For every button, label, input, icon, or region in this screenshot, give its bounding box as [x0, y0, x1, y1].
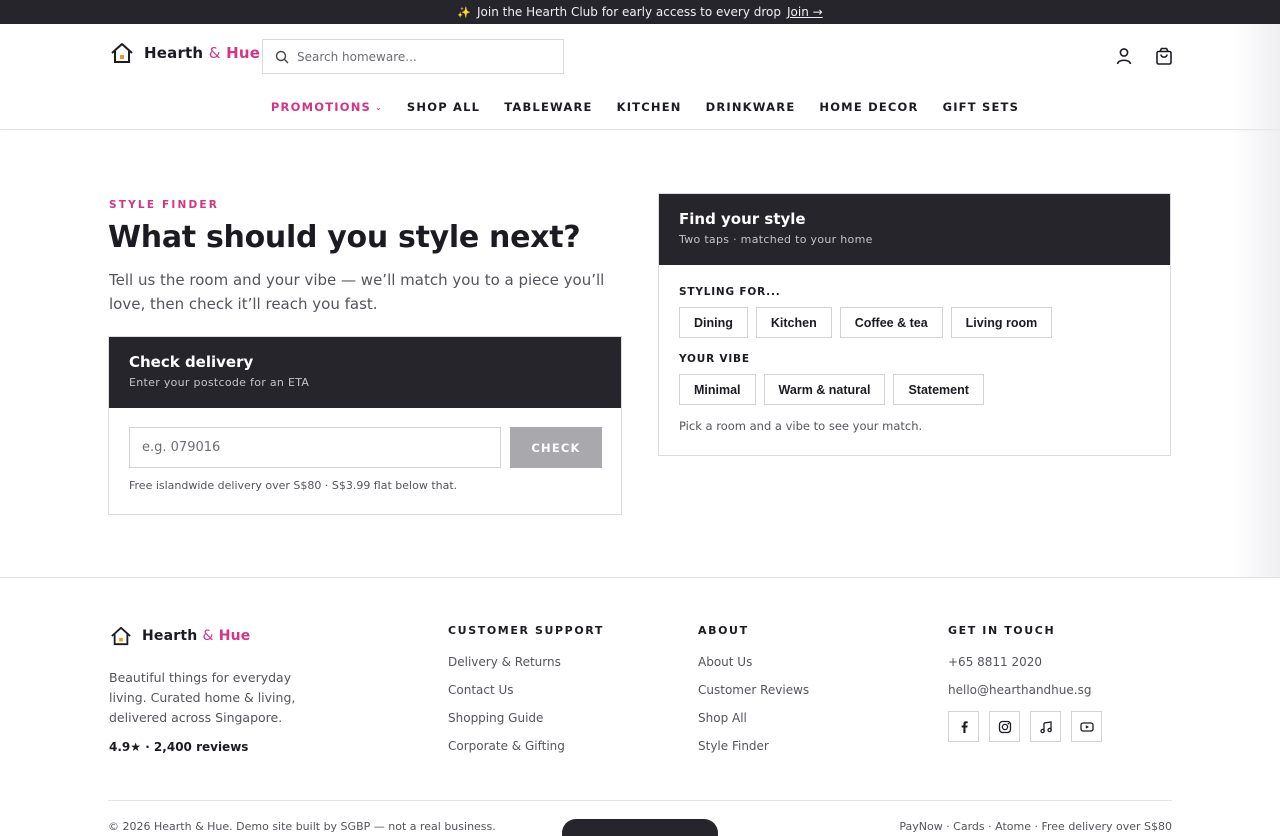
about-heading: ABOUT: [698, 624, 749, 637]
finder-card-header: Find your style Two taps · matched to yo…: [659, 194, 1170, 265]
nav-drinkware[interactable]: DRINKWARE: [706, 100, 796, 114]
delivery-card-header: Check delivery Enter your postcode for a…: [109, 337, 621, 408]
search-icon: [275, 50, 289, 63]
brand-name: Hearth & Hue: [144, 44, 261, 62]
main-nav: PROMOTIONS ⌄ SHOP ALL TABLEWARE KITCHEN D…: [0, 100, 1280, 114]
link-contact-us[interactable]: Contact Us: [448, 683, 604, 698]
facebook-icon[interactable]: [948, 711, 979, 742]
house-icon: [111, 626, 131, 646]
chip-coffee-tea[interactable]: Coffee & tea: [839, 307, 943, 338]
cart-icon[interactable]: [1154, 46, 1174, 66]
style-finder-card: Find your style Two taps · matched to yo…: [658, 193, 1171, 456]
nav-kitchen[interactable]: KITCHEN: [617, 100, 682, 114]
footer-logo[interactable]: Hearth & Hue: [110, 626, 251, 646]
floating-dock[interactable]: [562, 819, 718, 836]
link-corporate-gifting[interactable]: Corporate & Gifting: [448, 739, 604, 754]
hero-eyebrow: STYLE FINDER: [109, 199, 220, 211]
footer-support-column: CUSTOMER SUPPORT Delivery & Returns Cont…: [448, 624, 604, 767]
footer-about-column: ABOUT About Us Customer Reviews Shop All…: [698, 624, 809, 767]
footer-rating: 4.9★ · 2,400 reviews: [109, 740, 249, 754]
hero-lede: Tell us the room and your vibe — we’ll m…: [109, 271, 605, 313]
finder-card-subtitle: Two taps · matched to your home: [679, 233, 873, 246]
sparkle-icon: ✨: [457, 5, 471, 19]
footer-contact-column: GET IN TOUCH +65 8811 2020 hello@heartha…: [948, 624, 1102, 742]
chip-statement[interactable]: Statement: [893, 374, 984, 405]
link-shop-all[interactable]: Shop All: [698, 711, 809, 726]
chip-living-room[interactable]: Living room: [950, 307, 1053, 338]
social-links: [948, 711, 1102, 742]
join-link[interactable]: Join →: [787, 5, 823, 19]
footer-brand-name: Hearth & Hue: [142, 628, 251, 644]
finder-card-title: Find your style: [679, 210, 806, 228]
room-chips: Dining Kitchen Coffee & tea Living room: [679, 307, 1053, 338]
chip-kitchen[interactable]: Kitchen: [755, 307, 832, 338]
styling-for-label: STYLING FOR...: [679, 286, 781, 298]
link-customer-reviews[interactable]: Customer Reviews: [698, 683, 809, 698]
link-style-finder[interactable]: Style Finder: [698, 739, 809, 754]
site-footer: Hearth & Hue Beautiful things for everyd…: [0, 577, 1280, 836]
payment-info: PayNow · Cards · Atome · Free delivery o…: [899, 820, 1172, 833]
postcode-input[interactable]: [129, 427, 501, 468]
check-delivery-card: Check delivery Enter your postcode for a…: [108, 336, 622, 515]
delivery-note: Free islandwide delivery over S$80 · S$3…: [129, 479, 458, 492]
email-link[interactable]: hello@hearthandhue.sg: [948, 683, 1102, 698]
instagram-icon[interactable]: [989, 711, 1020, 742]
copyright-text: © 2026 Hearth & Hue. Demo site built by …: [108, 820, 496, 833]
search-box[interactable]: [262, 39, 564, 74]
phone-link[interactable]: +65 8811 2020: [948, 655, 1102, 670]
nav-gift-sets[interactable]: GIFT SETS: [943, 100, 1020, 114]
tiktok-icon[interactable]: [1030, 711, 1061, 742]
brand-logo[interactable]: Hearth & Hue: [110, 42, 260, 64]
footer-tagline: Beautiful things for everyday living. Cu…: [109, 670, 296, 725]
chevron-down-icon: ⌄: [375, 102, 383, 112]
check-button[interactable]: CHECK: [510, 427, 602, 468]
footer-divider: [108, 800, 1172, 801]
nav-shop-all[interactable]: SHOP ALL: [407, 100, 480, 114]
announcement-text: Join the Hearth Club for early access to…: [476, 5, 782, 19]
nav-home-decor[interactable]: HOME DECOR: [819, 100, 918, 114]
chip-minimal[interactable]: Minimal: [679, 374, 756, 405]
site-header: Hearth & Hue PROMOTIONS⌄ SHOP ALL TABLEW…: [0, 24, 1280, 130]
your-vibe-label: YOUR VIBE: [679, 353, 750, 365]
announcement-bar: ✨ Join the Hearth Club for early access …: [0, 0, 1280, 24]
link-delivery-returns[interactable]: Delivery & Returns: [448, 655, 604, 670]
house-icon: [111, 43, 133, 63]
youtube-icon[interactable]: [1071, 711, 1102, 742]
delivery-card-title: Check delivery: [129, 353, 254, 371]
chip-dining[interactable]: Dining: [679, 307, 748, 338]
link-shopping-guide[interactable]: Shopping Guide: [448, 711, 604, 726]
search-input[interactable]: [297, 49, 537, 64]
page-title: What should you style next?: [108, 220, 581, 255]
nav-tableware[interactable]: TABLEWARE: [504, 100, 592, 114]
nav-promotions[interactable]: PROMOTIONS ⌄: [271, 100, 383, 114]
finder-note: Pick a room and a vibe to see your match…: [679, 419, 923, 433]
chip-warm-natural[interactable]: Warm & natural: [763, 374, 886, 405]
delivery-card-subtitle: Enter your postcode for an ETA: [129, 376, 310, 389]
account-icon[interactable]: [1114, 46, 1134, 66]
header-actions: [1114, 46, 1174, 66]
contact-heading: GET IN TOUCH: [948, 624, 1056, 637]
support-heading: CUSTOMER SUPPORT: [448, 624, 604, 637]
vibe-chips: Minimal Warm & natural Statement: [679, 374, 984, 405]
link-about-us[interactable]: About Us: [698, 655, 809, 670]
